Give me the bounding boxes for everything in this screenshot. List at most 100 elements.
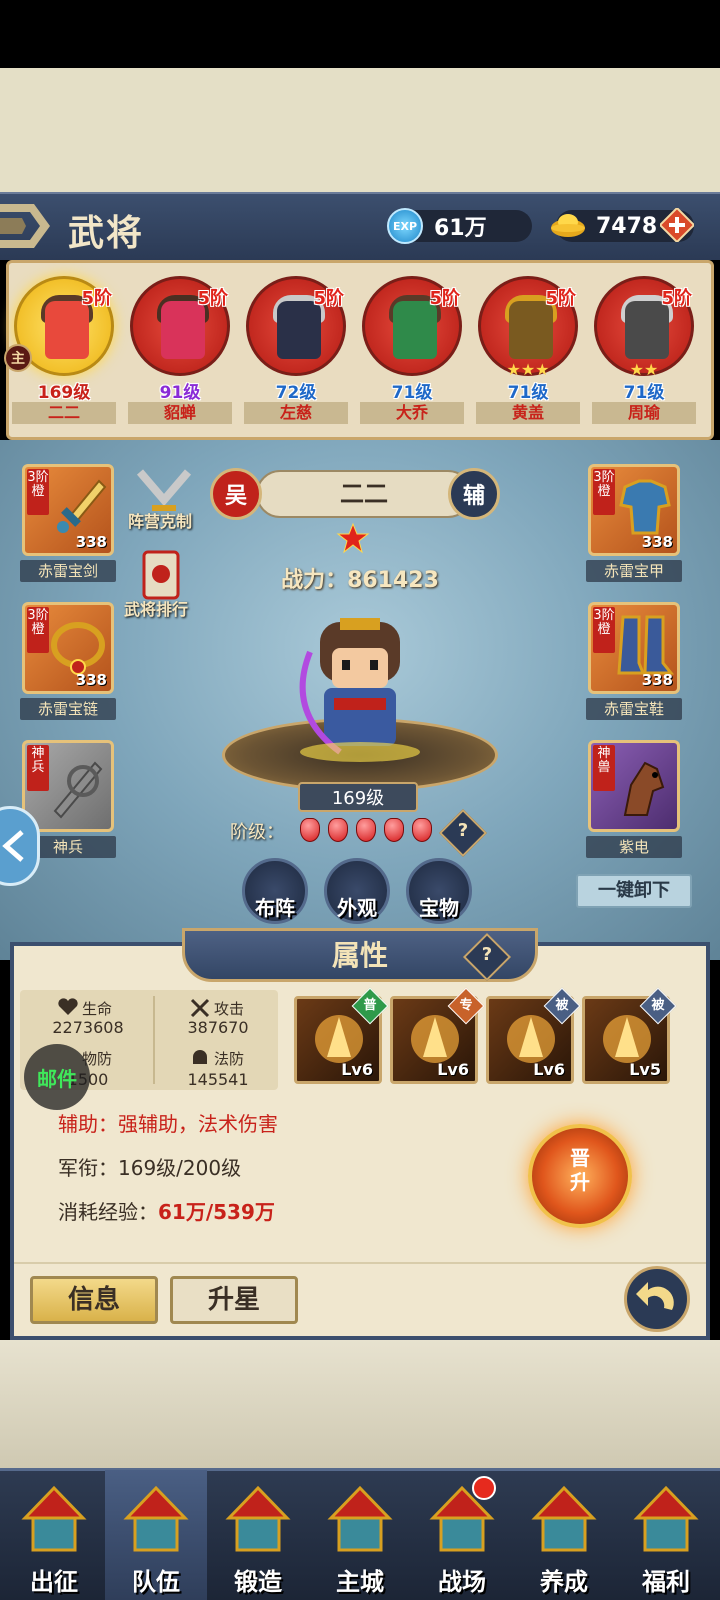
attribute-help-label: ? — [481, 944, 493, 965]
skill-type-label: 被 — [651, 998, 665, 1013]
armor-slot[interactable]: 3阶橙 338 — [588, 464, 680, 556]
hero-level: 91级 — [159, 383, 201, 403]
role-desc-value: 强辅助，法术伤害 — [118, 1112, 278, 1136]
skill-slot[interactable]: 被 Lv6 — [486, 987, 581, 1084]
arrow-left-icon — [2, 830, 24, 862]
boots-rank: 3阶橙 — [593, 607, 615, 653]
stage-gem-icon — [300, 818, 320, 842]
hero-name: 大乔 — [360, 402, 464, 424]
boots-label: 赤雷宝鞋 — [586, 698, 682, 720]
nav-label: 养成 — [540, 1567, 588, 1596]
skill-type-label: 普 — [363, 998, 377, 1013]
hero-grade: 5阶 — [197, 288, 228, 309]
gold-ingot-icon — [551, 214, 585, 237]
magic-defense-label: 法防 — [214, 1050, 245, 1068]
armor-icon — [619, 479, 671, 535]
skill-slot[interactable]: 被 Lv5 — [582, 987, 677, 1084]
rank-value: 169级/200级 — [118, 1156, 242, 1180]
hero-ranking-button[interactable]: 武将排行 — [124, 596, 188, 620]
weapon-slot[interactable]: 3阶橙 338 — [22, 464, 114, 556]
star-icon — [336, 522, 370, 554]
divine-weapon-slot[interactable]: 神兵 — [22, 740, 114, 832]
nav-item[interactable]: 养成 — [513, 1470, 615, 1600]
stats-divider — [153, 996, 155, 1084]
armor-count: 338 — [641, 533, 673, 551]
rank-line: 军衔：169级/200级 — [58, 1152, 241, 1181]
necklace-rank: 3阶橙 — [27, 607, 49, 653]
treasure-label: 宝物 — [419, 896, 459, 920]
necklace-slot[interactable]: 3阶橙 338 — [22, 602, 114, 694]
nav-building-icon — [633, 1485, 699, 1552]
top-backdrop — [0, 68, 720, 192]
role-desc-label: 辅助： — [58, 1112, 118, 1136]
stage-gem-icon — [412, 818, 432, 842]
swords-icon — [190, 998, 210, 1018]
hero-card[interactable]: 5阶 ★★★ 71级 黄盖 — [476, 272, 580, 424]
hero-nameplate: 二二 — [256, 470, 472, 518]
skill-slot[interactable]: 专 Lv6 — [390, 987, 485, 1084]
nav-item[interactable]: 锻造 — [207, 1470, 309, 1600]
nav-building-icon — [531, 1485, 597, 1552]
skill-level: Lv6 — [533, 1060, 565, 1079]
exp-cost-label: 消耗经验： — [58, 1200, 158, 1224]
bottom-backdrop — [0, 1340, 720, 1468]
mount-slot[interactable]: 神兽 — [588, 740, 680, 832]
hero-card[interactable]: 5阶 71级 大乔 — [360, 272, 464, 424]
divine-weapon-rank: 神兵 — [27, 745, 49, 791]
nav-item[interactable]: 出征 — [3, 1470, 105, 1600]
hero-grade: 5阶 — [545, 288, 576, 309]
boots-icon — [617, 615, 675, 675]
hero-name: 周瑜 — [592, 402, 696, 424]
horse-icon — [623, 761, 665, 816]
skill-level: Lv5 — [629, 1060, 661, 1079]
hero-card[interactable]: 5阶 ★★ 71级 周瑜 — [592, 272, 696, 424]
faction-badge: 吴 — [210, 468, 262, 520]
nav-item[interactable]: 队伍 — [105, 1470, 207, 1600]
master-badge: 主 — [4, 344, 32, 372]
skill-level: Lv6 — [341, 1060, 373, 1079]
skill-slot[interactable]: 普 Lv6 — [294, 987, 389, 1084]
status-bar — [0, 0, 720, 68]
promote-label: 晋升 — [570, 1146, 590, 1194]
attack-label: 攻击 — [214, 1000, 245, 1018]
faction-counter-button[interactable]: 阵营克制 — [128, 508, 192, 532]
hero-name: 左慈 — [244, 402, 348, 424]
weapon-rank: 3阶橙 — [27, 469, 49, 515]
skill-level: Lv6 — [437, 1060, 469, 1079]
nav-label: 队伍 — [132, 1567, 180, 1596]
tab-info[interactable]: 信息 — [30, 1276, 158, 1324]
necklace-icon — [51, 622, 105, 675]
armor-label: 赤雷宝甲 — [586, 560, 682, 582]
hero-level: 72级 — [275, 383, 317, 403]
add-gold-button[interactable] — [660, 208, 694, 242]
necklace-count: 338 — [75, 671, 107, 689]
tab-star-up[interactable]: 升星 — [170, 1276, 298, 1324]
magic-defense-value: 145541 — [187, 1070, 249, 1089]
hero-name: 黄盖 — [476, 402, 580, 424]
hero-card[interactable]: 5阶 72级 左慈 — [244, 272, 348, 424]
nav-label: 主城 — [336, 1567, 384, 1596]
nav-item[interactable]: 战场 — [411, 1470, 513, 1600]
necklace-label: 赤雷宝链 — [20, 698, 116, 720]
combat-power: 战力：861423 — [281, 568, 439, 593]
mail-button[interactable]: 邮件 — [24, 1044, 90, 1110]
hero-name: 貂蝉 — [128, 402, 232, 424]
heart-icon — [58, 998, 78, 1015]
attack-value: 387670 — [187, 1018, 249, 1037]
panel-divider — [14, 1262, 706, 1264]
exp-icon: EXP — [387, 208, 423, 244]
hero-stars: ★★★ — [506, 360, 550, 379]
nav-item[interactable]: 福利 — [615, 1470, 717, 1600]
unequip-all-button[interactable]: 一键卸下 — [576, 874, 692, 908]
hp-value: 2273608 — [52, 1018, 124, 1037]
hero-card[interactable]: 5阶 91级 貂蝉 — [128, 272, 232, 424]
role-description: 辅助：强辅助，法术伤害 — [58, 1108, 278, 1137]
nav-label: 福利 — [642, 1567, 690, 1596]
nav-item[interactable]: 主城 — [309, 1470, 411, 1600]
boots-slot[interactable]: 3阶橙 338 — [588, 602, 680, 694]
hero-name: 二二 — [12, 402, 116, 424]
nav-label: 锻造 — [234, 1567, 282, 1596]
weapon-label: 赤雷宝剑 — [20, 560, 116, 582]
exp-cost-line: 消耗经验：61万/539万 — [58, 1196, 275, 1225]
rank-label: 军衔： — [58, 1156, 118, 1180]
